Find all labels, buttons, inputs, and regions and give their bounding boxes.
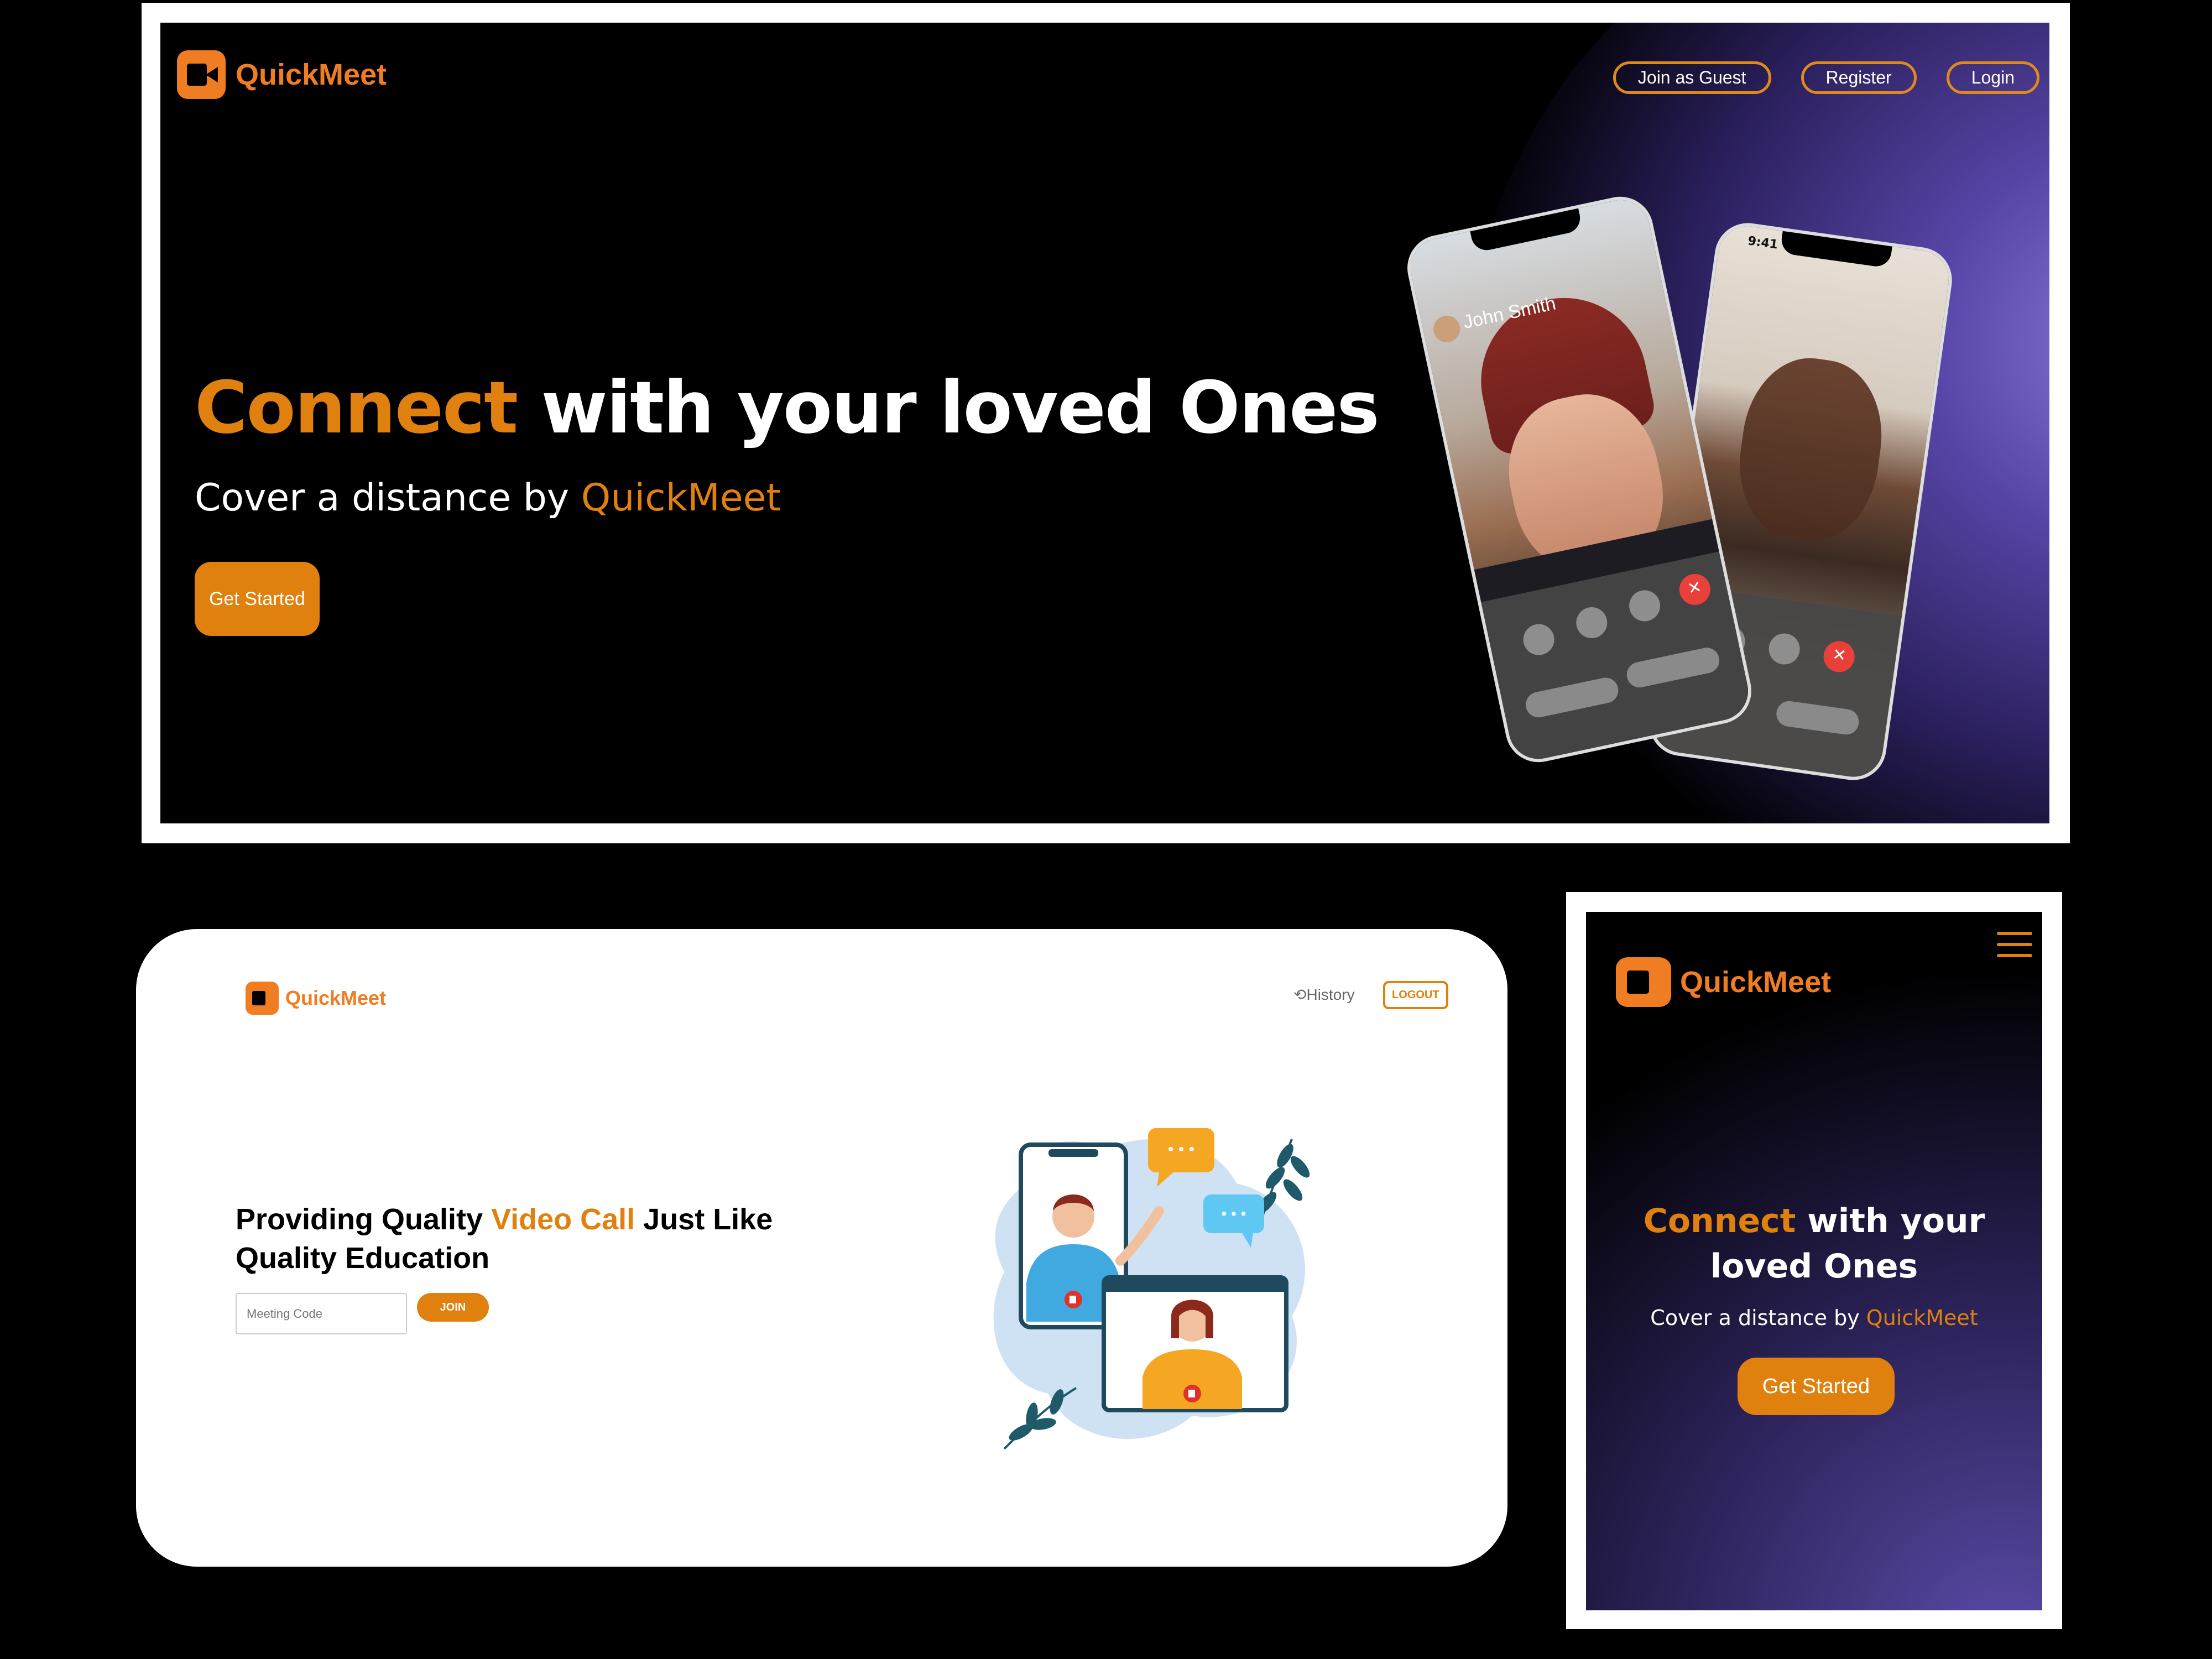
login-button[interactable]: Login bbox=[1946, 61, 2039, 94]
hero-subtitle-prefix: Cover a distance by bbox=[1650, 1306, 1866, 1330]
person-face-shape bbox=[1729, 349, 1892, 550]
hero-headline-accent: Connect bbox=[1643, 1202, 1796, 1240]
camera-flip-icon bbox=[1766, 631, 1802, 667]
get-started-button[interactable]: Get Started bbox=[1738, 1358, 1895, 1415]
hero-subtitle-accent: QuickMeet bbox=[1866, 1306, 1978, 1330]
hero-subtitle: Cover a distance by QuickMeet bbox=[195, 476, 781, 520]
hero-headline: Connect with your loved Ones bbox=[195, 366, 1380, 450]
video-camera-icon bbox=[1616, 957, 1671, 1007]
history-icon: ⟲ bbox=[1293, 986, 1307, 1003]
hero-subtitle-prefix: Cover a distance by bbox=[195, 476, 581, 520]
logout-button[interactable]: LOGOUT bbox=[1383, 981, 1448, 1009]
home-headline-part-a: Providing Quality bbox=[236, 1203, 492, 1236]
home-headline: Providing Quality Video Call Just Like Q… bbox=[236, 1200, 844, 1277]
end-call-icon bbox=[1676, 571, 1714, 608]
end-call-icon bbox=[1822, 639, 1857, 675]
hero-subtitle-accent: QuickMeet bbox=[581, 476, 781, 520]
video-camera-icon bbox=[177, 50, 226, 99]
video-camera-icon bbox=[246, 982, 279, 1015]
home-headline-accent: Video Call bbox=[491, 1203, 635, 1236]
brand-name: QuickMeet bbox=[1680, 966, 1832, 999]
effects-icon bbox=[1520, 621, 1557, 658]
brand-name: QuickMeet bbox=[236, 58, 387, 91]
laptop-frame bbox=[1102, 1275, 1288, 1412]
history-link[interactable]: ⟲History bbox=[1293, 985, 1355, 1004]
desktop-landing-page: QuickMeet Join as Guest Register Login C… bbox=[160, 23, 2049, 823]
svg-text:• • •: • • • bbox=[1222, 1205, 1246, 1222]
join-button[interactable]: JOIN bbox=[417, 1293, 489, 1322]
desktop-landing-frame: QuickMeet Join as Guest Register Login C… bbox=[142, 3, 2070, 843]
mute-icon bbox=[1573, 604, 1610, 641]
app-home-page: QuickMeet ⟲History LOGOUT Providing Qual… bbox=[136, 929, 1507, 1567]
meeting-code-input[interactable] bbox=[236, 1293, 407, 1334]
hero-headline-accent: Connect bbox=[195, 366, 518, 450]
svg-text:• • •: • • • bbox=[1168, 1140, 1194, 1159]
speaker-pill bbox=[1624, 645, 1722, 690]
mobile-landing-frame: QuickMeet Connect with your loved Ones C… bbox=[1566, 892, 2062, 1629]
hero-headline: Connect with your loved Ones bbox=[1608, 1198, 2020, 1289]
camera-flip-icon bbox=[1626, 587, 1663, 624]
hero-subtitle: Cover a distance by QuickMeet bbox=[1586, 1306, 2042, 1330]
video-call-illustration: • • • • • • bbox=[993, 1128, 1310, 1450]
brand-logo[interactable]: QuickMeet bbox=[177, 50, 387, 99]
camera-off-pill bbox=[1523, 675, 1621, 720]
join-as-guest-button[interactable]: Join as Guest bbox=[1613, 61, 1771, 94]
history-label: History bbox=[1306, 986, 1355, 1003]
brand-logo[interactable]: QuickMeet bbox=[1616, 957, 1831, 1007]
mobile-landing-page: QuickMeet Connect with your loved Ones C… bbox=[1586, 912, 2042, 1610]
hamburger-menu-icon[interactable] bbox=[1997, 932, 2032, 959]
register-button[interactable]: Register bbox=[1801, 61, 1917, 94]
top-nav: Join as Guest Register Login bbox=[1613, 61, 2039, 94]
speaker-pill bbox=[1775, 699, 1861, 737]
get-started-button[interactable]: Get Started bbox=[195, 562, 320, 636]
hero-headline-rest: with your loved Ones bbox=[517, 366, 1379, 450]
brand-logo[interactable]: QuickMeet bbox=[246, 982, 386, 1015]
brand-name: QuickMeet bbox=[285, 987, 387, 1009]
